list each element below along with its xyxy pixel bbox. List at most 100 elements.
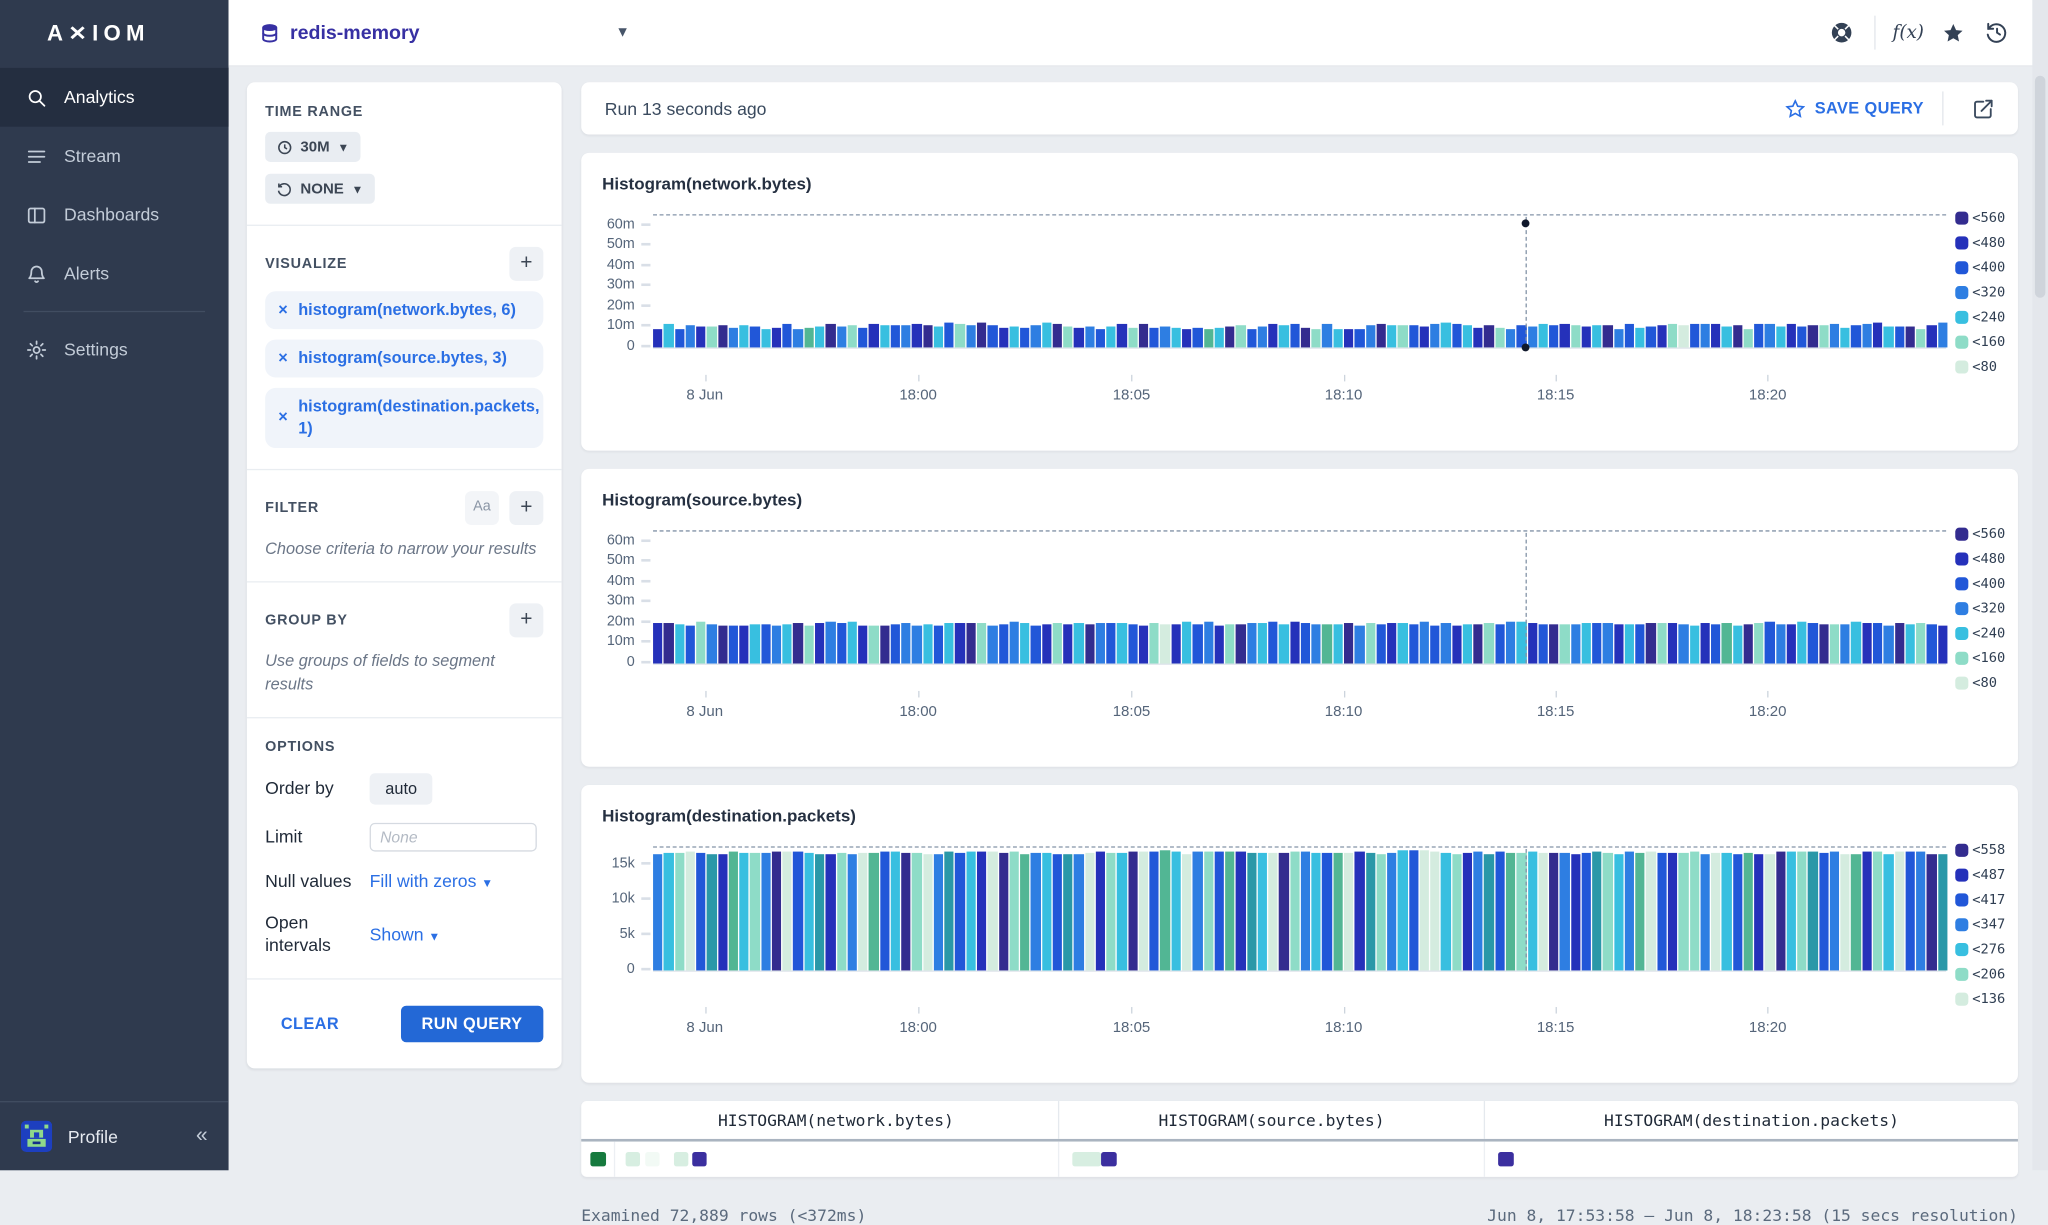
remove-icon[interactable]: × <box>278 406 288 428</box>
legend-item[interactable]: <80 <box>1955 675 2018 691</box>
y-axis: 60m50m40m30m20m10m0 <box>581 530 653 662</box>
legend-item[interactable]: <320 <box>1955 285 2018 301</box>
limit-input[interactable] <box>370 823 537 852</box>
clear-button[interactable]: CLEAR <box>265 1014 339 1032</box>
legend-item[interactable]: <400 <box>1955 576 2018 592</box>
function-icon[interactable]: f(x) <box>1886 22 1930 43</box>
legend-item[interactable]: <558 <box>1955 842 2018 858</box>
sidebar-item-alerts[interactable]: Alerts <box>0 244 229 303</box>
scrollbar-thumb[interactable] <box>2035 76 2045 298</box>
y-tick-label: 0 <box>627 654 635 670</box>
legend-item[interactable]: <400 <box>1955 260 2018 276</box>
case-sensitivity-button[interactable]: Aa <box>465 490 499 524</box>
crosshair-dot <box>1522 344 1530 352</box>
chevron-down-icon: ▼ <box>352 182 364 195</box>
history-icon[interactable] <box>1975 21 2019 45</box>
time-range-chip[interactable]: 30M ▼ <box>265 132 361 162</box>
y-tick-label: 10k <box>612 891 635 907</box>
x-tick-label: 18:00 <box>899 704 937 720</box>
legend-item[interactable]: <136 <box>1955 991 2018 1007</box>
y-tick-label: 15k <box>612 856 635 872</box>
star-icon[interactable] <box>1930 22 1974 44</box>
legend-item[interactable]: <560 <box>1955 210 2018 226</box>
sidebar-bottom: Profile « <box>0 1101 229 1170</box>
x-tick-label: 18:10 <box>1325 388 1363 404</box>
y-tick-label: 10m <box>607 634 635 650</box>
legend-item[interactable]: <320 <box>1955 601 2018 617</box>
legend-item[interactable]: <480 <box>1955 235 2018 251</box>
legend-item[interactable]: <417 <box>1955 892 2018 908</box>
legend-swatch <box>1955 552 1968 565</box>
charts: Histogram(network.bytes)60m50m40m30m20m1… <box>581 153 2018 1083</box>
dataset-selector[interactable]: redis-memory <box>260 22 420 44</box>
scrollbar-track[interactable] <box>2032 0 2048 1170</box>
sidebar-item-label: Alerts <box>64 264 109 284</box>
legend-item[interactable]: <80 <box>1955 359 2018 375</box>
add-visualization-button[interactable]: + <box>509 247 543 281</box>
visualization-chip[interactable]: × histogram(destination.packets, 1) <box>265 388 543 448</box>
legend-item[interactable]: <160 <box>1955 650 2018 666</box>
add-group-by-button[interactable]: + <box>509 603 543 637</box>
x-tick-label: 18:10 <box>1325 1020 1363 1036</box>
remove-icon[interactable]: × <box>278 347 288 369</box>
compare-chip[interactable]: NONE ▼ <box>265 174 375 204</box>
visualization-chip[interactable]: × histogram(source.bytes, 3) <box>265 339 543 377</box>
chart-plot-area[interactable] <box>653 846 1946 971</box>
histogram-preview-swatch <box>645 1152 659 1166</box>
order-by-value[interactable]: auto <box>370 773 433 804</box>
main-content: Run 13 seconds ago SAVE QUERY Histogram(… <box>581 82 2018 1225</box>
bell-icon <box>25 263 47 285</box>
profile-row[interactable]: Profile « <box>0 1101 229 1170</box>
legend-item[interactable]: <487 <box>1955 867 2018 883</box>
legend-item[interactable]: <240 <box>1955 626 2018 642</box>
query-panel: TIME RANGE 30M ▼ NONE ▼ VISUALIZE + <box>247 82 562 1068</box>
visualization-chip[interactable]: × histogram(network.bytes, 6) <box>265 291 543 329</box>
null-values-select[interactable]: Fill with zeros ▼ <box>370 872 544 892</box>
add-filter-button[interactable]: + <box>509 490 543 524</box>
open-intervals-select[interactable]: Shown ▼ <box>370 924 544 944</box>
y-tick-label: 20m <box>607 298 635 314</box>
table-row[interactable] <box>581 1142 2018 1177</box>
dataset-caret-icon[interactable]: ▼ <box>615 25 629 41</box>
stream-icon <box>25 145 47 167</box>
time-range-value: 30M <box>300 139 329 155</box>
sidebar-item-stream[interactable]: Stream <box>0 127 229 186</box>
legend-label: <160 <box>1972 334 2005 350</box>
x-tick-label: 8 Jun <box>686 388 723 404</box>
legend-item[interactable]: <480 <box>1955 551 2018 567</box>
visualize-label: VISUALIZE <box>265 256 347 272</box>
sidebar-item-analytics[interactable]: Analytics <box>0 68 229 127</box>
crosshair-line <box>1526 533 1527 664</box>
legend-item[interactable]: <347 <box>1955 917 2018 933</box>
time-range-summary-text: Jun 8, 17:53:58 — Jun 8, 18:23:58 (15 se… <box>1487 1206 2018 1225</box>
legend-swatch <box>1955 311 1968 324</box>
chart-title: Histogram(source.bytes) <box>581 490 2018 510</box>
save-query-button[interactable]: SAVE QUERY <box>1786 99 1924 119</box>
time-range-label: TIME RANGE <box>265 104 543 120</box>
collapse-sidebar-icon[interactable]: « <box>196 1125 208 1149</box>
topbar-divider <box>1874 16 1875 50</box>
sidebar-item-settings[interactable]: Settings <box>0 320 229 379</box>
y-tick-label: 60m <box>607 533 635 549</box>
legend-item[interactable]: <560 <box>1955 526 2018 542</box>
y-tick-label: 50m <box>607 553 635 569</box>
legend-swatch <box>1955 577 1968 590</box>
run-query-button[interactable]: RUN QUERY <box>401 1005 544 1042</box>
histogram-bars <box>653 323 1946 348</box>
visualization-chip-label: histogram(source.bytes, 3) <box>298 347 507 369</box>
legend-item[interactable]: <240 <box>1955 310 2018 326</box>
legend-label: <487 <box>1972 867 2005 883</box>
dashboards-icon <box>25 204 47 226</box>
legend-item[interactable]: <276 <box>1955 942 2018 958</box>
share-icon[interactable] <box>1972 97 1994 119</box>
sidebar-item-dashboards[interactable]: Dashboards <box>0 185 229 244</box>
chart-plot-area[interactable] <box>653 530 1946 665</box>
help-icon[interactable] <box>1819 21 1863 45</box>
group-by-label: GROUP BY <box>265 613 348 629</box>
legend-item[interactable]: <160 <box>1955 334 2018 350</box>
remove-icon[interactable]: × <box>278 299 288 321</box>
chart-plot-area[interactable] <box>653 214 1946 349</box>
table-header-marker <box>581 1101 614 1139</box>
legend-item[interactable]: <206 <box>1955 967 2018 983</box>
search-icon <box>25 86 47 108</box>
